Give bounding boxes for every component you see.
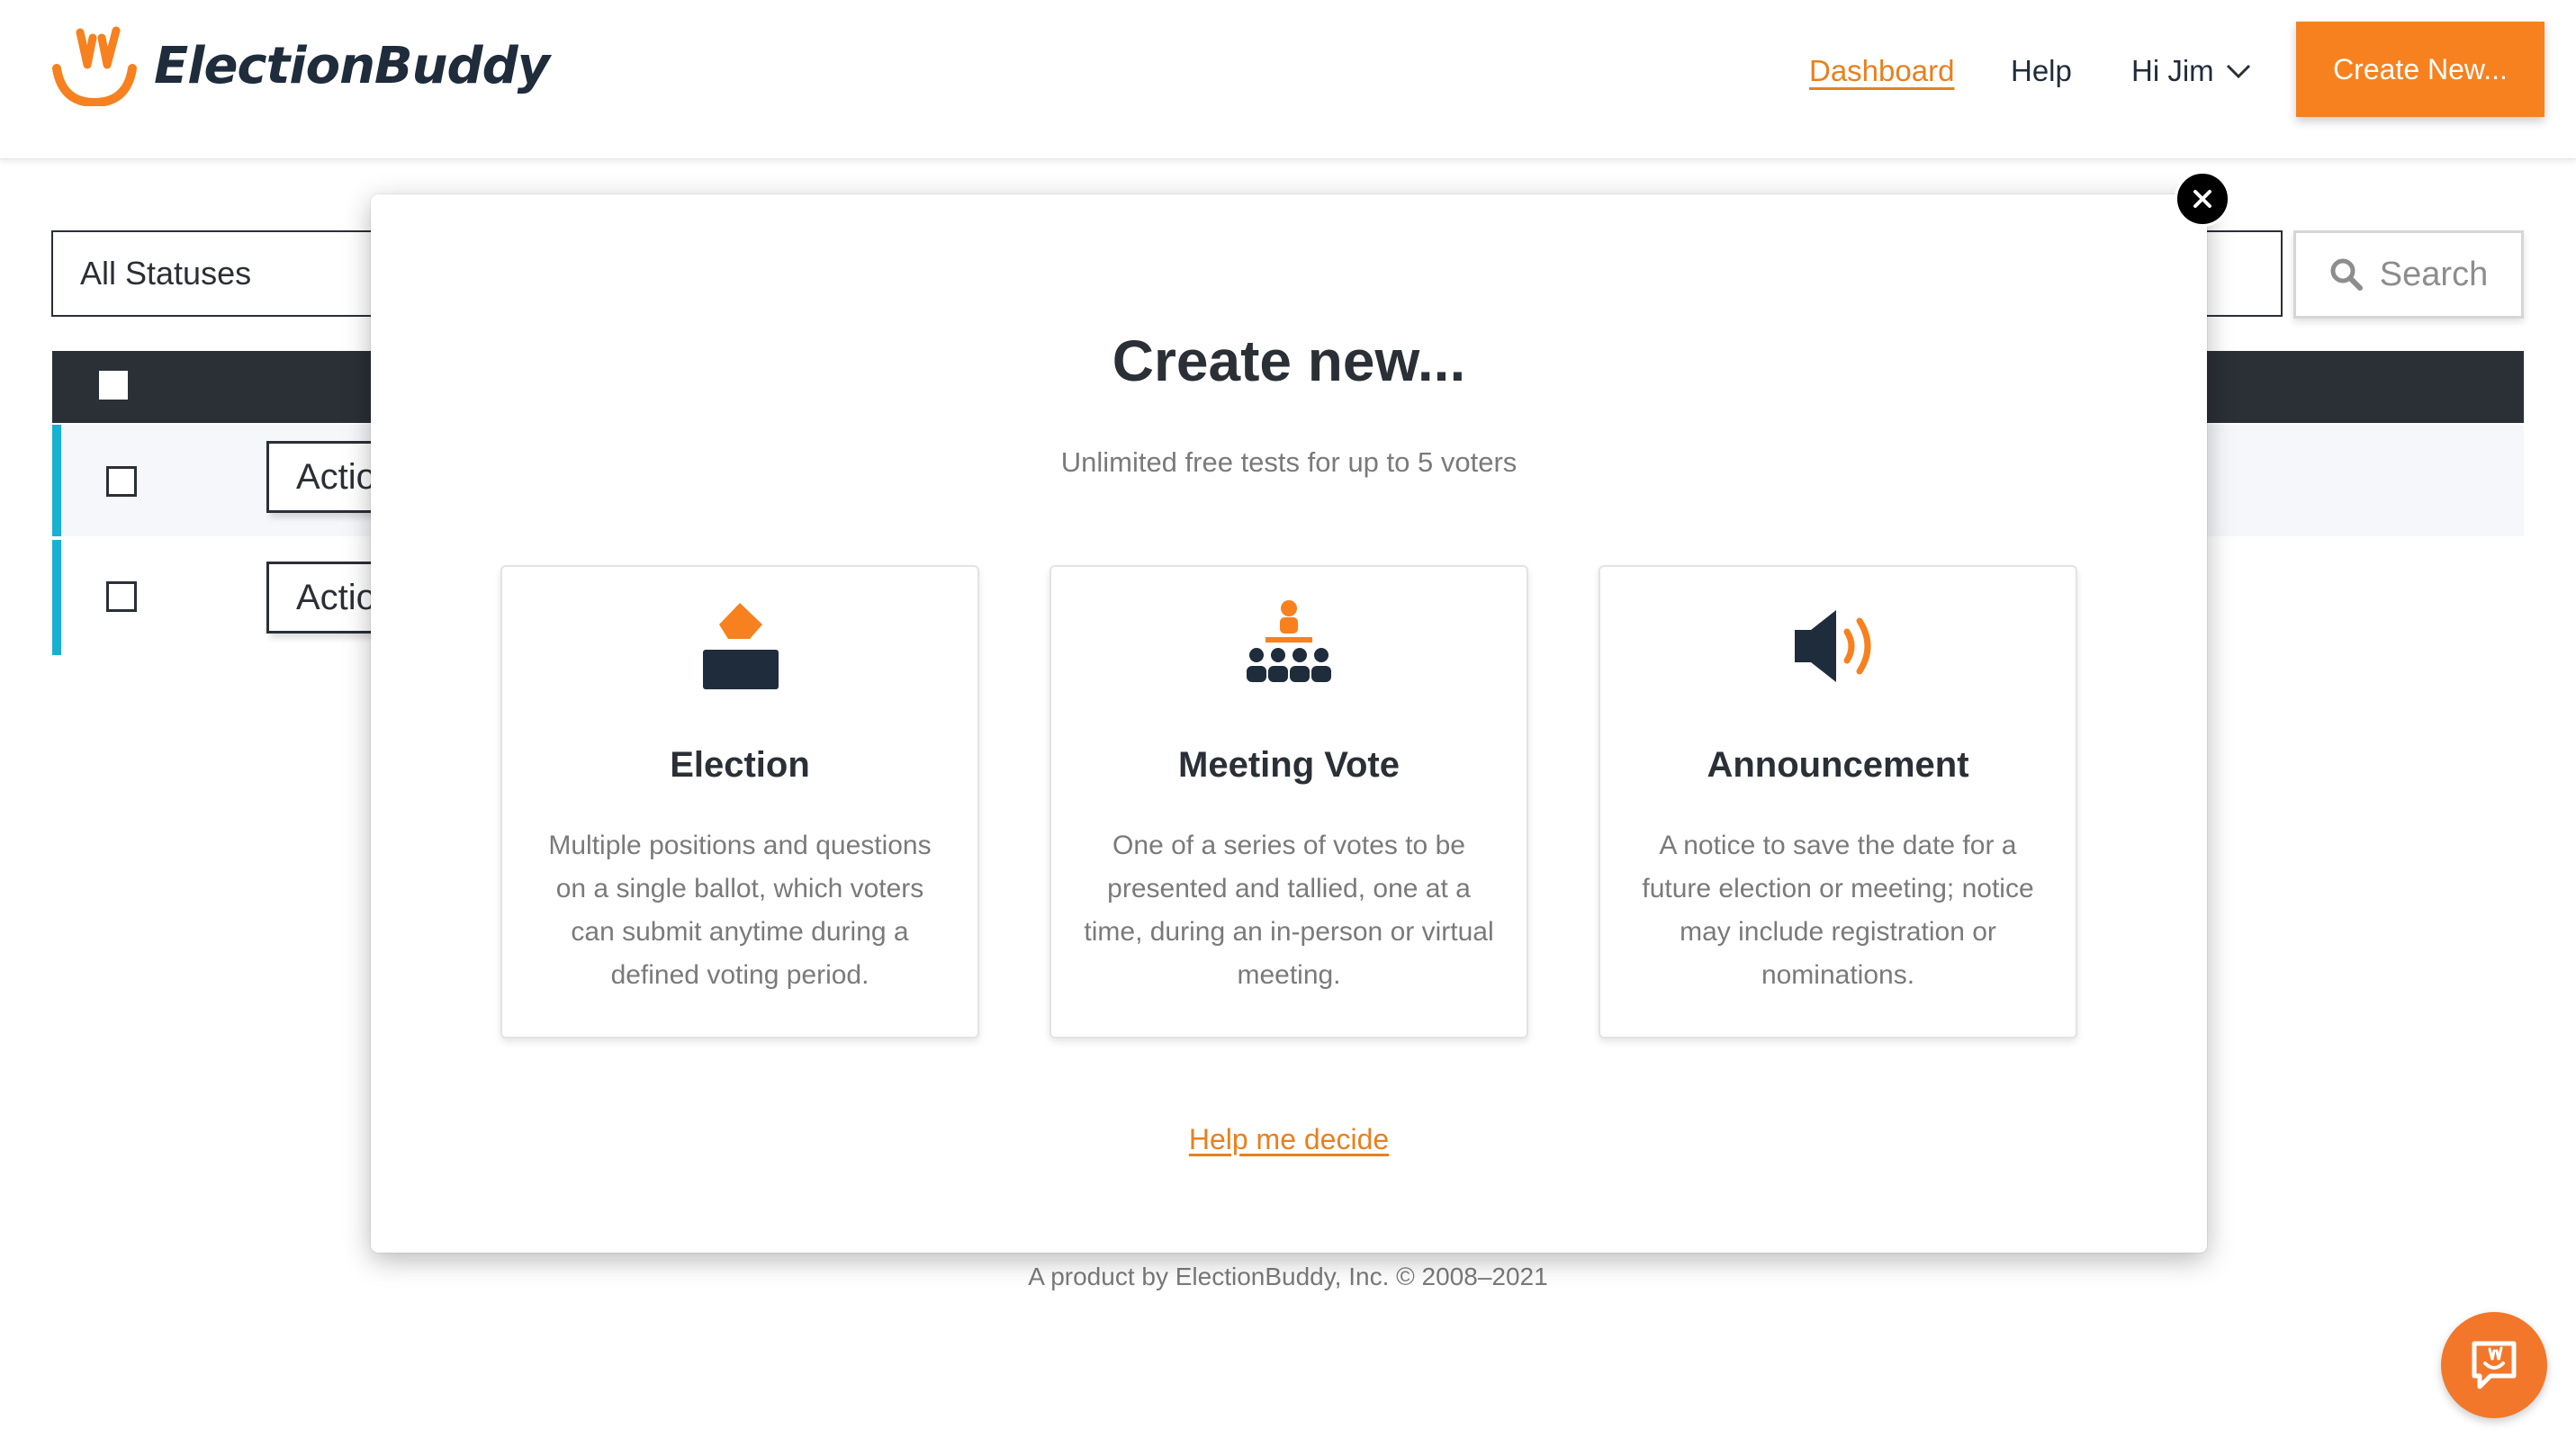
row-actions-label: Actio xyxy=(296,456,376,497)
ballot-box-icon xyxy=(703,603,779,689)
card-description: One of a series of votes to be presented… xyxy=(1084,831,1494,990)
create-new-modal: Create new... Unlimited free tests for u… xyxy=(371,194,2207,1253)
logo-text: ElectionBuddy xyxy=(154,36,550,95)
chat-widget-button[interactable] xyxy=(2441,1312,2547,1418)
status-filter-value: All Statuses xyxy=(80,255,252,292)
modal-title: Create new... xyxy=(1112,328,1466,393)
nav-help-link[interactable]: Help xyxy=(2011,54,2072,88)
user-greeting: Hi Jim xyxy=(2131,54,2214,87)
row-actions-label: Actio xyxy=(296,577,376,617)
card-title: Announcement xyxy=(1707,745,1969,785)
user-menu[interactable]: Hi Jim xyxy=(2131,54,2252,88)
nav-dashboard-link[interactable]: Dashboard xyxy=(1809,54,1954,88)
row-checkbox[interactable] xyxy=(106,466,137,497)
card-description: Multiple positions and questions on a si… xyxy=(548,831,932,990)
card-title: Meeting Vote xyxy=(1178,745,1400,785)
megaphone-icon xyxy=(1795,610,1871,682)
meeting-vote-card[interactable]: Meeting Vote One of a series of votes to… xyxy=(1049,565,1528,1038)
announcement-card[interactable]: Announcement A notice to save the date f… xyxy=(1599,565,2077,1038)
search-button[interactable]: Search xyxy=(2293,230,2524,319)
search-button-label: Search xyxy=(2379,255,2489,293)
card-description: A notice to save the date for a future e… xyxy=(1642,831,2034,990)
footer-copyright: A product by ElectionBuddy, Inc. © 2008–… xyxy=(1028,1263,1548,1290)
help-me-decide-link[interactable]: Help me decide xyxy=(371,1123,2207,1156)
modal-subtitle: Unlimited free tests for up to 5 voters xyxy=(1060,446,1518,478)
close-icon xyxy=(2193,190,2211,208)
row-checkbox[interactable] xyxy=(106,581,137,612)
smile-logo-icon xyxy=(52,26,137,106)
card-title: Election xyxy=(670,745,810,785)
search-icon xyxy=(2330,258,2363,291)
select-all-checkbox[interactable] xyxy=(99,371,128,400)
chevron-down-icon xyxy=(2226,64,2250,79)
logo[interactable]: ElectionBuddy xyxy=(50,25,550,106)
top-header: ElectionBuddy Dashboard Help Hi Jim Crea… xyxy=(0,0,2576,159)
create-new-button[interactable]: Create New... xyxy=(2296,22,2544,117)
chat-bubble-icon xyxy=(2472,1341,2517,1389)
election-card[interactable]: Election Multiple positions and question… xyxy=(500,565,979,1038)
close-modal-button[interactable] xyxy=(2175,171,2230,227)
meeting-icon xyxy=(1247,600,1331,682)
